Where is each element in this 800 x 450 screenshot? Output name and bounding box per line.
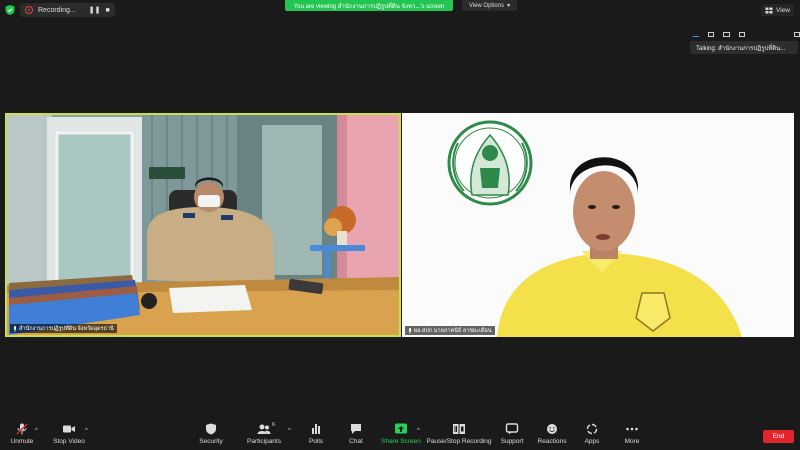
expand-panel-icon[interactable] bbox=[793, 31, 800, 37]
pause-recording-icon[interactable]: ❚❚ bbox=[89, 6, 101, 14]
microphone-muted-icon bbox=[16, 423, 28, 435]
share-screen-button[interactable]: Share Screen bbox=[371, 423, 431, 445]
participants-button[interactable]: Participants bbox=[234, 423, 294, 445]
layout-switcher bbox=[690, 30, 800, 38]
recording-label: Recording... bbox=[38, 6, 76, 14]
participant-name-tag: สำนักงานการปฏิรูปที่ดิน จังหวัดอุดรธานี bbox=[10, 324, 117, 333]
zoom-meeting-window: Recording... ❚❚ ■ You are viewing สำนักง… bbox=[0, 0, 800, 450]
share-screen-label: Share Screen bbox=[381, 438, 421, 445]
chevron-down-icon: ▾ bbox=[507, 3, 511, 9]
participant-name-right: ผอ.สปก.นายภาคนีย์ ลาชยะเดือน bbox=[414, 327, 492, 334]
support-icon bbox=[505, 423, 519, 435]
unmute-label: Unmute bbox=[10, 438, 34, 445]
recording-dot-icon bbox=[25, 6, 33, 14]
participants-label: Participants bbox=[247, 438, 281, 445]
view-button[interactable]: View bbox=[761, 4, 794, 16]
audio-options-caret[interactable]: ^ bbox=[35, 428, 38, 434]
security-label: Security bbox=[199, 438, 223, 445]
office-video-feed bbox=[7, 115, 399, 335]
recording-status-box: Recording... ❚❚ ■ bbox=[20, 3, 115, 17]
more-button[interactable]: More bbox=[602, 423, 662, 445]
apps-label: Apps bbox=[584, 438, 600, 445]
strip-layout-icon[interactable] bbox=[723, 31, 730, 37]
chat-label: Chat bbox=[349, 438, 363, 445]
participants-icon bbox=[257, 424, 271, 434]
chat-bubble-icon bbox=[351, 424, 361, 434]
microphone-icon bbox=[409, 327, 411, 334]
video-camera-icon bbox=[63, 425, 75, 433]
video-options-caret[interactable]: ^ bbox=[85, 428, 88, 434]
polls-label: Polls bbox=[308, 438, 324, 445]
encryption-shield-icon[interactable] bbox=[4, 4, 16, 16]
talking-indicator: Talking: สำนักงานการปฏิรูปที่ดิน... bbox=[690, 41, 798, 54]
stop-recording-icon[interactable]: ■ bbox=[105, 7, 109, 14]
participant-name-left: สำนักงานการปฏิรูปที่ดิน จังหวัดอุดรธานี bbox=[19, 325, 114, 332]
microphone-icon bbox=[14, 325, 16, 332]
speaker-video-feed bbox=[402, 113, 794, 337]
apps-icon bbox=[586, 423, 598, 435]
security-shield-icon bbox=[206, 423, 216, 435]
pause-stop-icon bbox=[453, 424, 465, 434]
security-button[interactable]: Security bbox=[181, 423, 241, 445]
view-options-button[interactable]: View Options ▾ bbox=[462, 0, 517, 11]
alro-seal-logo bbox=[447, 120, 533, 206]
share-screen-icon bbox=[395, 423, 407, 434]
more-dots-icon bbox=[626, 427, 638, 431]
smiley-reaction-icon bbox=[547, 424, 557, 434]
participant-name-tag: ผอ.สปก.นายภาคนีย์ ลาชยะเดือน bbox=[405, 326, 495, 335]
speaker-layout-icon[interactable] bbox=[693, 32, 699, 37]
stop-video-button[interactable]: Stop Video bbox=[39, 423, 99, 445]
participants-count-badge: 6 bbox=[272, 422, 276, 428]
gallery-layout-icon[interactable] bbox=[738, 31, 745, 37]
stop-video-label: Stop Video bbox=[53, 438, 85, 445]
view-label: View bbox=[776, 6, 790, 14]
more-label: More bbox=[624, 438, 640, 445]
support-label: Support bbox=[500, 438, 524, 445]
recording-indicator: Recording... ❚❚ ■ bbox=[4, 3, 115, 17]
share-options-caret[interactable]: ^ bbox=[417, 428, 420, 434]
end-meeting-button[interactable]: End bbox=[763, 430, 794, 443]
participant-video-right[interactable]: ผอ.สปก.นายภาคนีย์ ลาชยะเดือน bbox=[402, 113, 794, 337]
pause-stop-recording-button[interactable]: Pause/Stop Recording bbox=[426, 423, 492, 445]
view-options-label: View Options bbox=[468, 2, 505, 9]
viewing-screen-banner: You are viewing สำนักงานการปฏิรูปที่ดิน … bbox=[285, 0, 453, 11]
meeting-toolbar: Unmute ^ Stop Video ^ Security Participa… bbox=[0, 420, 800, 450]
thumbnail-layout-icon[interactable] bbox=[707, 31, 715, 37]
grid-view-icon bbox=[765, 7, 773, 13]
polls-chart-icon bbox=[312, 424, 320, 434]
participant-video-left[interactable]: สำนักงานการปฏิรูปที่ดิน จังหวัดอุดรธานี bbox=[5, 113, 401, 337]
